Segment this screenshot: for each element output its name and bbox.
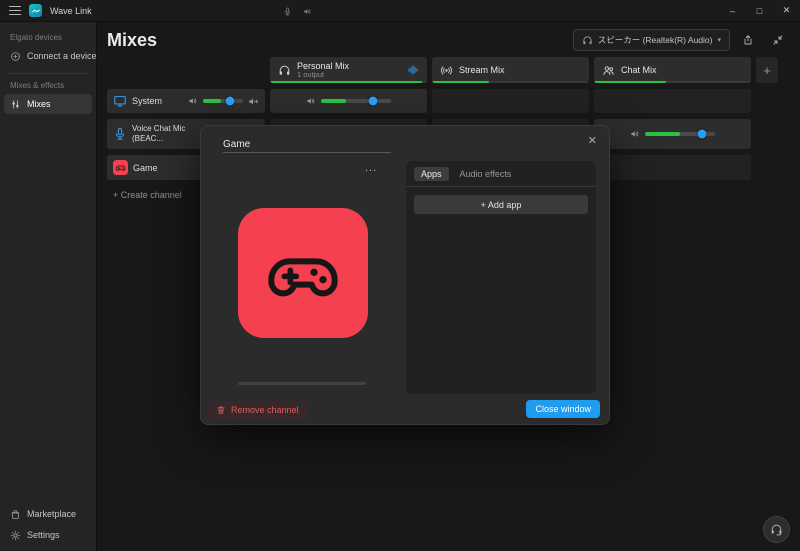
sidebar-item-mixes[interactable]: Mixes	[4, 94, 92, 114]
channel-icon-picker[interactable]	[238, 208, 368, 338]
channel-settings-dialog: ✕ ... Apps Audio effects + Add app Remov…	[200, 125, 610, 425]
mix-header-row: Personal Mix 1 output Stream Mix Chat Mi	[107, 57, 790, 83]
people-icon	[602, 64, 615, 77]
speaker-status-icon	[303, 7, 312, 16]
mixes-label: Mixes	[27, 99, 51, 109]
game-chat-mix-cell[interactable]	[594, 155, 751, 180]
broadcast-icon	[440, 64, 453, 77]
wave-activity-icon[interactable]	[407, 64, 419, 76]
system-personal-volume-slider[interactable]	[321, 96, 391, 106]
channel-system-label-cell[interactable]: System	[107, 89, 265, 113]
sidebar-item-marketplace[interactable]: Marketplace	[4, 504, 92, 524]
tab-apps[interactable]: Apps	[414, 167, 449, 181]
more-options-button[interactable]: ...	[365, 162, 377, 174]
system-chat-mix-cell[interactable]	[594, 89, 751, 113]
headphones-icon	[278, 64, 291, 77]
sidebar-divider	[8, 73, 88, 74]
channel-row-system: System	[107, 89, 790, 113]
voice-chat-chat-mix-cell[interactable]	[594, 119, 751, 149]
gamepad-icon	[263, 233, 343, 313]
faders-icon	[10, 99, 21, 110]
monitor-output-icon[interactable]	[248, 96, 259, 107]
close-window-button[interactable]: ✕	[773, 0, 800, 22]
maximize-button[interactable]: □	[746, 0, 773, 22]
output-device-value: スピーカー (Realtek(R) Audio)	[597, 35, 713, 45]
output-device-select[interactable]: スピーカー (Realtek(R) Audio) ▾	[572, 29, 730, 51]
mix-card-chat-mix[interactable]: Chat Mix	[594, 57, 751, 83]
volume-icon[interactable]	[306, 96, 316, 106]
headset-icon	[770, 523, 783, 536]
headphones-icon	[582, 35, 593, 46]
remove-channel-button[interactable]: Remove channel	[208, 401, 307, 419]
channel-name: Voice Chat Mic (BEAC...	[132, 124, 186, 143]
page-title: Mixes	[107, 29, 158, 50]
add-mix-button[interactable]: +	[756, 57, 778, 83]
system-volume-slider[interactable]	[203, 96, 243, 106]
marketplace-icon	[10, 509, 21, 520]
minimize-button[interactable]: –	[719, 0, 746, 22]
voice-chat-chat-volume-slider[interactable]	[645, 129, 715, 139]
microphone-icon	[113, 127, 127, 141]
app-title: Wave Link	[50, 5, 92, 16]
sidebar: Elgato devices Connect a device Mixes & …	[0, 22, 97, 551]
connect-device-label: Connect a device	[27, 51, 97, 61]
titlebar-status-icons	[283, 0, 312, 22]
channel-volume-slider[interactable]	[238, 382, 366, 385]
wave-link-window: Wave Link – □ ✕ Elgato devices Connect a…	[0, 0, 800, 551]
remove-channel-label: Remove channel	[231, 405, 299, 415]
app-logo-icon	[29, 4, 42, 17]
mix-level-meter	[270, 81, 427, 83]
compact-view-button[interactable]	[766, 29, 790, 51]
volume-icon[interactable]	[630, 129, 640, 139]
support-headset-button[interactable]	[763, 516, 790, 543]
channel-name: System	[132, 96, 163, 106]
mix-card-personal-mix[interactable]: Personal Mix 1 output	[270, 57, 427, 83]
mixes-section-label: Mixes & effects	[10, 81, 65, 90]
mix-output-count: 1 output	[297, 69, 325, 79]
close-icon[interactable]: ✕	[588, 134, 597, 147]
game-channel-icon	[113, 160, 128, 175]
marketplace-label: Marketplace	[27, 509, 77, 519]
add-app-button[interactable]: + Add app	[414, 195, 588, 214]
chevron-down-icon: ▾	[717, 37, 721, 44]
tab-audio-effects[interactable]: Audio effects	[453, 167, 519, 181]
mix-card-stream-mix[interactable]: Stream Mix	[432, 57, 589, 83]
mix-level-meter	[594, 81, 751, 83]
mic-status-icon	[283, 7, 292, 16]
connect-device-icon	[10, 51, 21, 62]
menu-icon[interactable]	[9, 6, 21, 15]
mix-level-meter	[432, 81, 589, 83]
trash-icon	[216, 405, 226, 415]
volume-icon[interactable]	[188, 96, 198, 106]
devices-section-label: Elgato devices	[10, 33, 63, 42]
mix-name: Chat Mix	[621, 65, 657, 75]
channel-name: Game	[133, 162, 158, 173]
sidebar-item-connect-device[interactable]: Connect a device	[4, 46, 97, 66]
label-column-spacer	[107, 57, 265, 83]
settings-label: Settings	[27, 530, 60, 540]
system-personal-mix-cell[interactable]	[270, 89, 427, 113]
settings-icon	[10, 530, 21, 541]
apps-panel-tabs: Apps Audio effects	[406, 161, 596, 187]
mix-name: Stream Mix	[459, 65, 505, 75]
titlebar: Wave Link – □ ✕	[0, 0, 800, 22]
sidebar-item-settings[interactable]: Settings	[4, 525, 92, 545]
share-button[interactable]	[736, 29, 760, 51]
create-channel-button[interactable]: + Create channel	[113, 190, 182, 200]
channel-name-input[interactable]	[223, 137, 391, 153]
apps-panel: Apps Audio effects + Add app	[406, 161, 596, 394]
close-window-button[interactable]: Close window	[526, 400, 600, 418]
system-stream-mix-cell[interactable]	[432, 89, 589, 113]
monitor-icon	[113, 94, 127, 108]
